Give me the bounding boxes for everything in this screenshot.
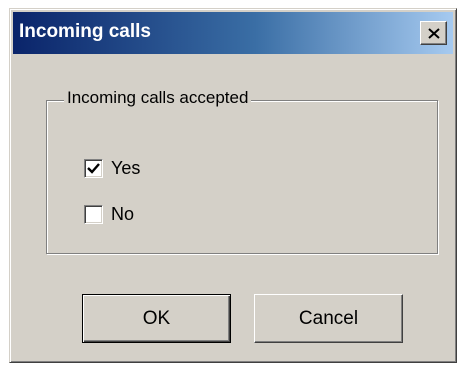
no-label: No bbox=[111, 204, 135, 224]
no-checkbox-row[interactable]: No bbox=[84, 204, 134, 225]
title-bar[interactable]: Incoming calls bbox=[13, 12, 453, 54]
checkmark-icon bbox=[87, 163, 100, 174]
groupbox-label: Incoming calls accepted bbox=[64, 88, 252, 108]
ok-button[interactable]: OK bbox=[82, 294, 231, 343]
close-icon bbox=[427, 27, 440, 39]
cancel-button[interactable]: Cancel bbox=[254, 294, 403, 343]
dialog-window: Incoming calls Incoming calls accepted Y… bbox=[9, 8, 457, 363]
yes-label: Yes bbox=[111, 158, 141, 178]
close-button[interactable] bbox=[420, 21, 447, 45]
dialog-title: Incoming calls bbox=[19, 21, 151, 42]
no-checkbox[interactable] bbox=[84, 205, 103, 224]
yes-checkbox[interactable] bbox=[84, 159, 103, 178]
yes-checkbox-row[interactable]: Yes bbox=[84, 158, 140, 179]
